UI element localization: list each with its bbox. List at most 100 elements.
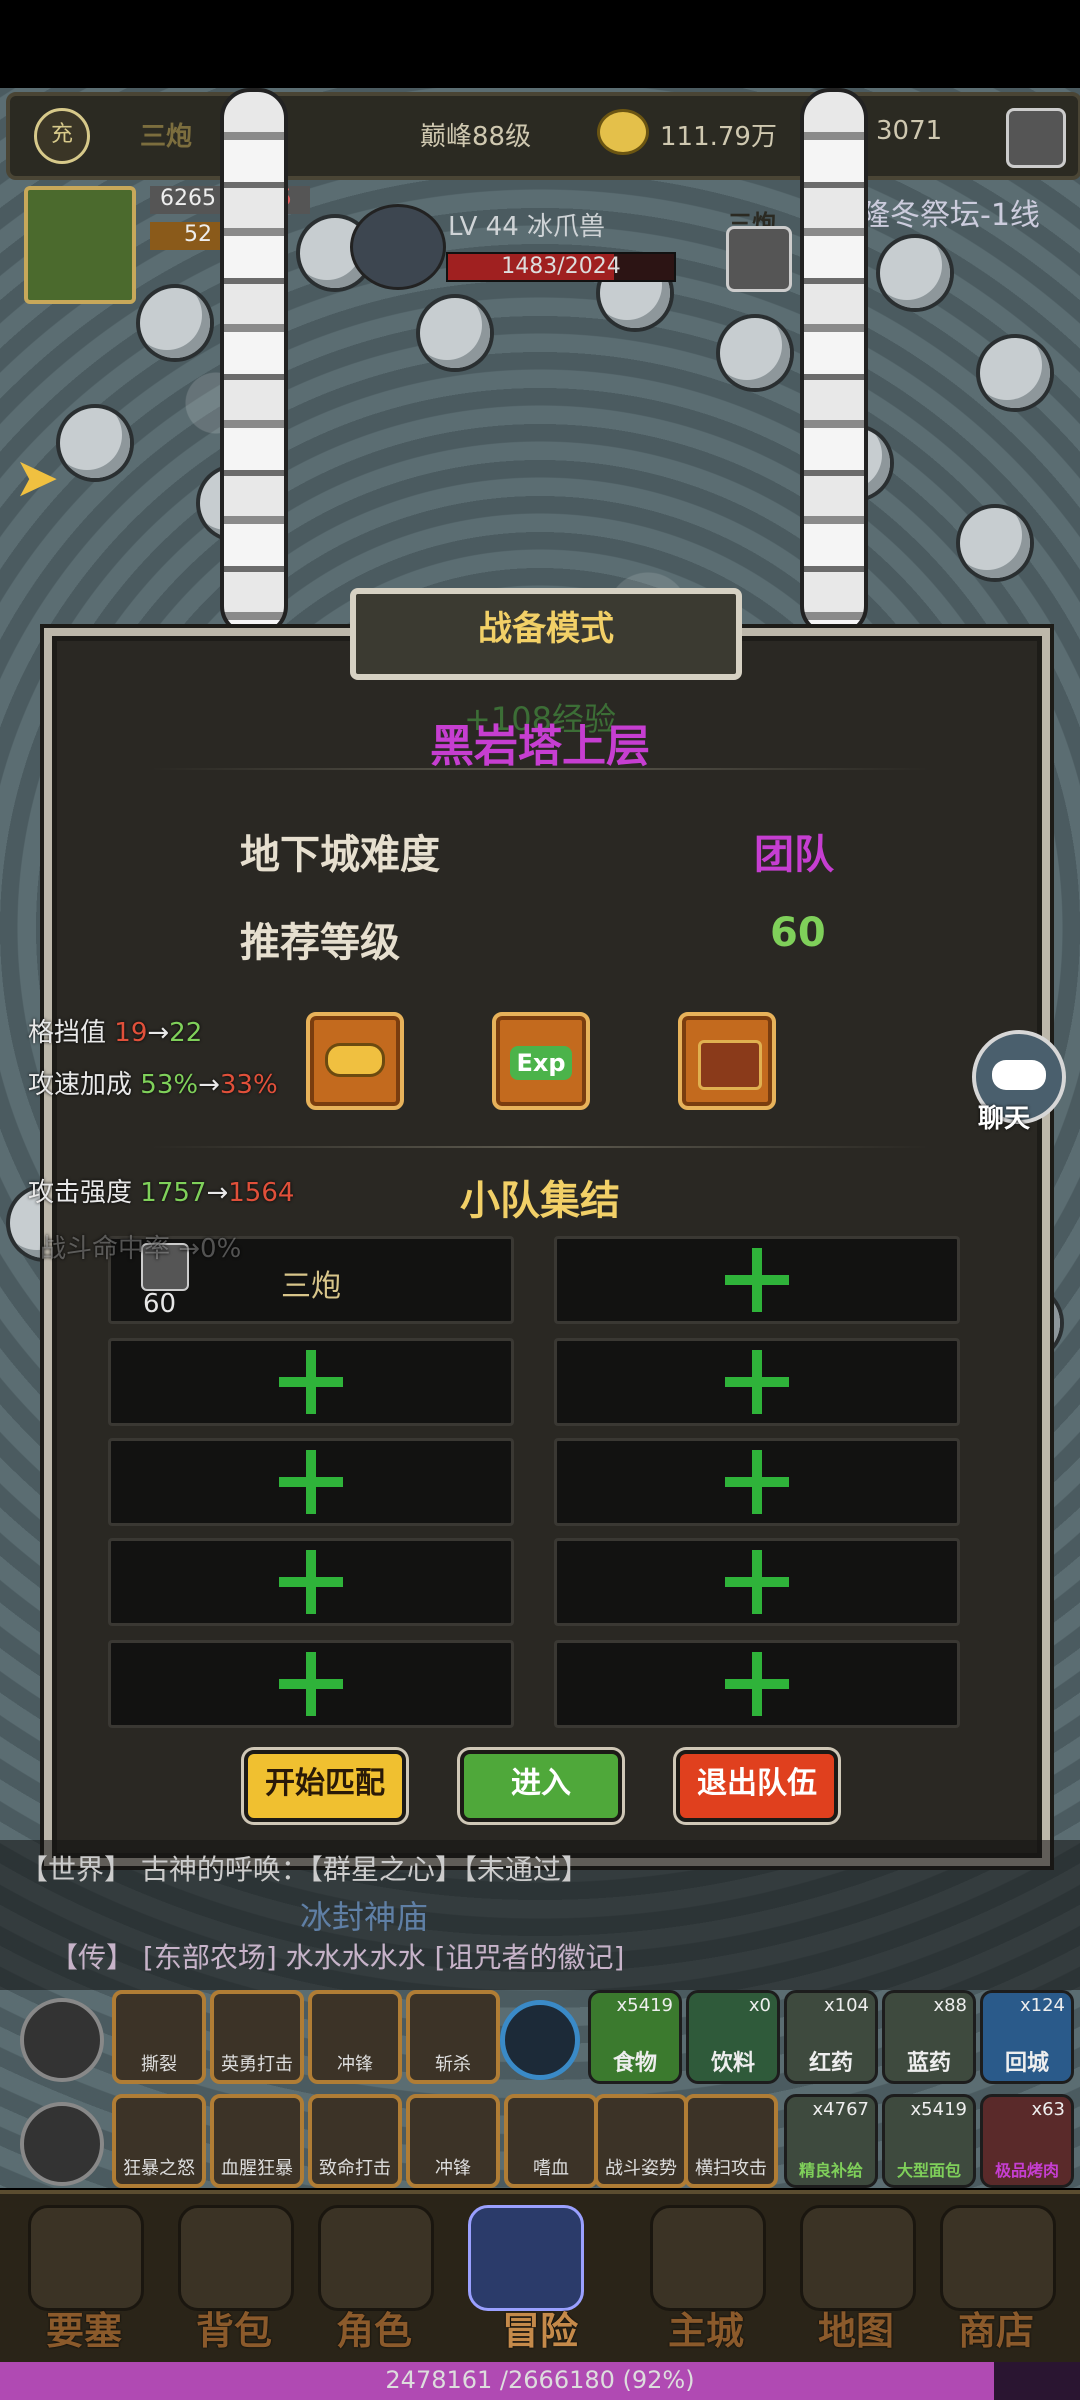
peak-level: 巅峰88级 [420,122,532,152]
target-hp-bar: 1483/2024 [446,252,676,282]
skill-slot[interactable]: 致命打击 [308,2094,402,2188]
tree [980,338,1050,408]
attack-power-label: 攻击强度 [28,1178,133,1208]
squad-slot-empty[interactable] [554,1538,960,1626]
skill-slot[interactable]: 撕裂 [112,1990,206,2084]
add-member-icon [725,1450,789,1514]
start-match-button[interactable]: 开始匹配 [244,1750,406,1822]
chest-reward-icon[interactable] [678,1012,776,1110]
chat-label[interactable]: 聊天 [978,1098,1030,1135]
player-mp-text: 52 [184,222,212,247]
fortress-icon[interactable] [28,2205,144,2311]
skill-slot[interactable]: 战斗姿势 [594,2094,688,2188]
target-hp-text: 1483/2024 [501,254,621,279]
rec-level-value: 60 [770,910,826,956]
attack-power-arrow: → [206,1178,229,1208]
skill-slot[interactable]: 横扫攻击 [684,2094,778,2188]
chat-line: 【传】 [东部农场] 水水水水水 [诅咒者的徽记] [50,1941,625,1974]
gold-reward-icon[interactable] [306,1012,404,1110]
nav-shop[interactable]: 商店 [926,2300,1066,2355]
meat-item[interactable]: x63 极品烤肉 [980,2094,1074,2188]
tree [60,408,130,478]
nav-backpack[interactable]: 背包 [164,2300,304,2355]
nav-main-city[interactable]: 主城 [636,2300,776,2355]
skill-slot[interactable]: 斩杀 [406,1990,500,2084]
character-icon[interactable] [318,2205,434,2311]
dialog-title: 战备模式 [350,588,742,680]
item-name: 食物 [612,2051,657,2076]
squad-slot-empty[interactable] [108,1438,514,1526]
enter-button[interactable]: 进入 [460,1750,622,1822]
shop-icon[interactable] [940,2205,1056,2311]
difficulty-label: 地下城难度 [240,832,440,878]
chat-line: 冰封神庙 [300,1898,429,1936]
skill-name: 冲锋 [337,2054,373,2075]
squad-slot-empty[interactable] [554,1438,960,1526]
item-name: 精良补给 [798,2161,863,2180]
nav-map[interactable]: 地图 [786,2300,926,2355]
add-member-icon [725,1248,789,1312]
exp-reward-icon[interactable]: Exp [492,1012,590,1110]
supply-item[interactable]: x4767 精良补给 [784,2094,878,2188]
add-member-icon [725,1550,789,1614]
expand-arrow-icon[interactable]: ➤ [14,446,59,509]
skill-name: 战斗姿势 [605,2158,677,2179]
main-city-icon[interactable] [650,2205,766,2311]
item-name: 红药 [808,2051,853,2076]
skill-slot[interactable]: 血腥狂暴 [210,2094,304,2188]
block-from: 19 [114,1018,148,1048]
block-to: 22 [169,1018,203,1048]
skill-slot[interactable]: 狂暴之怒 [112,2094,206,2188]
skill-name: 致命打击 [319,2158,391,2179]
squad-slot-empty[interactable] [108,1640,514,1728]
nav-adventure[interactable]: 冒险 [470,2300,610,2355]
add-member-icon [279,1350,343,1414]
skill-slot[interactable]: 英勇打击 [210,1990,304,2084]
skill-slot[interactable]: 冲锋 [308,1990,402,2084]
squad-slot-empty[interactable] [108,1338,514,1426]
chain-left [220,88,288,636]
gold-icon [600,112,646,152]
difficulty-value: 团队 [754,832,834,878]
nav-character[interactable]: 角色 [304,2300,444,2355]
skill-name: 英勇打击 [221,2054,293,2075]
skill-name: 撕裂 [141,2054,177,2075]
chat-line: 【世界】 古神的呼唤：【群星之心】【未通过】 [20,1853,589,1886]
item-name: 回城 [1004,2051,1049,2076]
settings-icon[interactable] [1006,108,1066,168]
player-name: 三炮 [140,122,193,152]
skill-slot[interactable]: 嗜血 [504,2094,598,2188]
squad-slot-empty[interactable] [108,1538,514,1626]
chain-right [800,88,868,636]
no-skill-icon[interactable] [500,2000,580,2080]
skill-slot[interactable]: 冲锋 [406,2094,500,2188]
location-name: 隆冬祭坛-1线 [860,198,1040,233]
tree [420,298,490,368]
player-hp-text: 6265 [160,186,216,211]
return-town-item[interactable]: x124 回城 [980,1990,1074,2084]
rec-level-label: 推荐等级 [240,920,400,966]
player-avatar[interactable] [24,186,136,304]
trash-icon[interactable] [20,2102,104,2186]
leave-team-button[interactable]: 退出队伍 [676,1750,838,1822]
drink-item[interactable]: x0 饮料 [686,1990,780,2084]
skill-name: 斩杀 [435,2054,471,2075]
squad-slot-empty[interactable] [554,1236,960,1324]
red-potion-item[interactable]: x104 红药 [784,1990,878,2084]
chest-icon [698,1040,762,1090]
squad-slot-empty[interactable] [554,1338,960,1426]
squad-slot-empty[interactable] [554,1640,960,1728]
map-icon[interactable] [800,2205,916,2311]
blue-potion-item[interactable]: x88 蓝药 [882,1990,976,2084]
adventure-icon[interactable] [468,2205,584,2311]
food-item[interactable]: x5419 食物 [588,1990,682,2084]
target-avatar[interactable] [350,204,446,290]
nav-fortress[interactable]: 要塞 [14,2300,154,2355]
skill-name: 狂暴之怒 [123,2158,195,2179]
recharge-icon[interactable]: 充 [34,108,90,164]
chat-panel[interactable]: 【世界】 古神的呼唤：【群星之心】【未通过】 冰封神庙 【传】 [东部农场] 水… [0,1840,1080,1990]
attack-power-to: 1564 [228,1178,295,1208]
back-icon[interactable] [20,1998,104,2082]
bread-item[interactable]: x5419 大型面包 [882,2094,976,2188]
backpack-icon[interactable] [178,2205,294,2311]
